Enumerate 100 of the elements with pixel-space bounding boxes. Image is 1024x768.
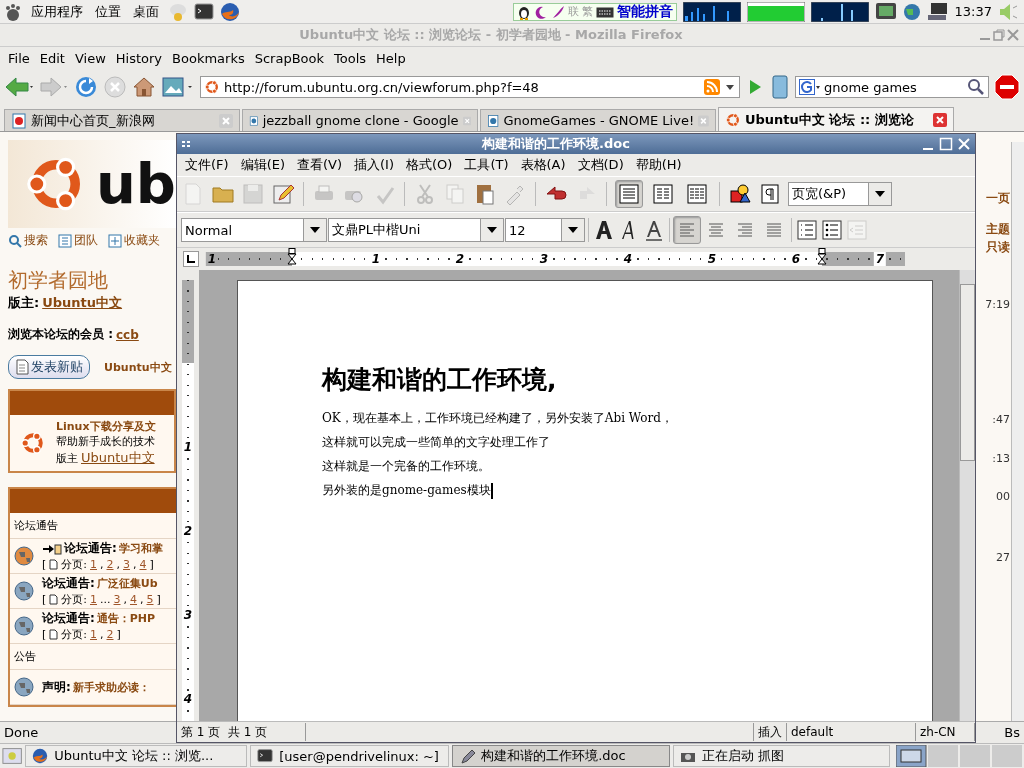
- page-link[interactable]: 1: [90, 558, 97, 571]
- window-menu-icon[interactable]: [181, 139, 191, 149]
- network-icon[interactable]: [926, 1, 949, 22]
- topic-link[interactable]: 通告：PHP: [96, 611, 156, 626]
- menu-item[interactable]: 格式(O): [402, 156, 457, 174]
- menu-item[interactable]: 查看(V): [293, 156, 347, 174]
- clock: 13:37: [954, 4, 992, 19]
- tab-stop-button[interactable]: [183, 251, 199, 267]
- page-link[interactable]: 4: [139, 558, 147, 571]
- moderator-link[interactable]: Ubuntu中文: [42, 294, 123, 312]
- menu-item[interactable]: ScrapBook: [250, 50, 329, 66]
- taskbar-button[interactable]: [user@pendrivelinux: ~]: [250, 745, 450, 767]
- shapes-icon[interactable]: [728, 182, 752, 206]
- close-icon[interactable]: [1006, 28, 1020, 42]
- text-fragment: 00: [995, 490, 1010, 503]
- firefox-icon[interactable]: [220, 1, 240, 22]
- new-post-button[interactable]: 发表新贴: [8, 355, 90, 379]
- menu-item[interactable]: 文档(D): [573, 156, 628, 174]
- single-column-button[interactable]: [615, 180, 643, 208]
- home-icon[interactable]: [132, 75, 156, 99]
- moderator-link[interactable]: Ubuntu中文: [81, 449, 155, 467]
- menu-item[interactable]: 编辑(E): [236, 156, 289, 174]
- scrollbar[interactable]: [959, 270, 975, 721]
- show-desktop-icon[interactable]: [2, 746, 23, 766]
- style-dropdown[interactable]: Normal: [181, 218, 327, 242]
- forum-nav-link[interactable]: 搜索: [8, 232, 48, 249]
- reload-icon[interactable]: [74, 75, 98, 99]
- panel-menu[interactable]: 应用程序: [28, 2, 86, 21]
- panel-menu[interactable]: 桌面: [130, 2, 162, 21]
- workspace-switcher-drawing[interactable]: [896, 745, 1022, 767]
- font-size-dropdown[interactable]: 12: [505, 218, 585, 242]
- panel-menu[interactable]: 位置: [92, 2, 124, 21]
- ruler-number: 4: [182, 692, 194, 706]
- page-link[interactable]: 2: [106, 558, 114, 571]
- ruler-number: 2: [182, 524, 194, 538]
- page-link[interactable]: 3: [123, 558, 130, 571]
- menu-item[interactable]: Tools: [330, 50, 371, 66]
- page-link[interactable]: 4: [130, 593, 137, 606]
- menu-item[interactable]: View: [70, 50, 110, 66]
- document-paragraph: 另外装的是gnome-games模块: [322, 482, 491, 499]
- menu-item[interactable]: 插入(I): [350, 156, 398, 174]
- edit-document-icon[interactable]: [271, 182, 295, 206]
- adblock-icon[interactable]: [994, 74, 1020, 100]
- page-icon: [49, 559, 59, 570]
- font-dropdown[interactable]: 文鼎PL中楷Uni: [328, 218, 504, 242]
- page-link[interactable]: 1: [90, 593, 97, 606]
- menu-item[interactable]: Bookmarks: [168, 50, 249, 66]
- browser-tab[interactable]: jezzball gnome clone - Google: [242, 109, 478, 131]
- menu-item[interactable]: 文件(F): [181, 156, 233, 174]
- terminal-icon[interactable]: [194, 1, 214, 22]
- search-icon[interactable]: [967, 78, 985, 96]
- bracket: ]: [156, 593, 161, 606]
- taskbar-button[interactable]: Ubuntu中文 论坛 :: 浏览...: [25, 745, 248, 767]
- zoom-dropdown[interactable]: 页宽(&P): [788, 182, 892, 206]
- picture-frame-icon[interactable]: [161, 75, 195, 99]
- menu-item[interactable]: 表格(A): [516, 156, 570, 174]
- page-link[interactable]: 2: [106, 628, 114, 641]
- breadcrumb-link[interactable]: Ubuntu中文: [104, 359, 172, 375]
- page-link[interactable]: 5: [146, 593, 154, 606]
- menu-item[interactable]: Help: [372, 50, 410, 66]
- page-link[interactable]: 1: [90, 628, 97, 641]
- globe-icon: [14, 677, 34, 697]
- scrollbar[interactable]: [1011, 142, 1024, 721]
- bullet-list-icon[interactable]: [820, 218, 844, 242]
- ruler-number: 2: [453, 252, 467, 266]
- topic-link[interactable]: 学习和掌: [118, 541, 163, 556]
- sidebar-icon[interactable]: [770, 75, 790, 99]
- style-name: default: [787, 723, 916, 741]
- maximize-icon[interactable]: [939, 137, 953, 151]
- page-link[interactable]: 3: [113, 593, 121, 606]
- viewer-link[interactable]: ccb: [116, 327, 139, 342]
- monitor-icon[interactable]: [874, 1, 897, 22]
- globe-icon[interactable]: [902, 2, 921, 21]
- site-logo[interactable]: ub: [8, 140, 176, 228]
- browser-tab[interactable]: 新闻中心首页_新浪网: [4, 109, 240, 131]
- subforum-link[interactable]: Linux下载分享及文: [56, 419, 156, 434]
- menu-item[interactable]: 工具(T): [460, 156, 513, 174]
- browser-tab[interactable]: GnomeGames - GNOME Live!: [480, 109, 716, 131]
- pilcrow-icon[interactable]: [758, 182, 782, 206]
- document-page[interactable]: 构建和谐的工作环境, OK，现在基本上，工作环境已经构建了，另外安装了Abi Word， 这样就可以完成一些简单的文字处理工作了 这样就是一个完备的工作环境。 另外装的是gnome-games模块: [237, 280, 933, 721]
- tab-close-icon[interactable]: [933, 112, 947, 127]
- ruler-number: 3: [537, 252, 551, 266]
- search-field[interactable]: gnome games: [795, 76, 989, 98]
- topic-link[interactable]: 新手求助必读：: [72, 679, 150, 695]
- browser-tab[interactable]: Ubuntu中文 论坛 :: 浏览论: [718, 107, 954, 131]
- forum-nav-link[interactable]: 团队: [58, 232, 98, 249]
- menu-item[interactable]: History: [111, 50, 167, 66]
- topic-link[interactable]: 广泛征集Ub: [96, 576, 158, 591]
- numbered-list-icon[interactable]: [795, 218, 819, 242]
- address-field[interactable]: http://forum.ubuntu.org.cn/viewforum.php?f=48: [200, 76, 740, 98]
- foot-icon[interactable]: [4, 2, 22, 21]
- taskbar-button[interactable]: 正在启动 抓图: [672, 745, 890, 767]
- menu-item[interactable]: File: [4, 50, 34, 66]
- google-logo-icon[interactable]: [799, 79, 821, 95]
- menu-item[interactable]: 帮助(H): [631, 156, 686, 174]
- taskbar-button[interactable]: 构建和谐的工作环境.doc: [452, 745, 670, 767]
- menu-item[interactable]: Edit: [35, 50, 69, 66]
- back-arrow-icon[interactable]: [4, 75, 34, 99]
- firefox-icon: [32, 748, 49, 764]
- forum-nav-link[interactable]: 收藏夹: [108, 232, 160, 249]
